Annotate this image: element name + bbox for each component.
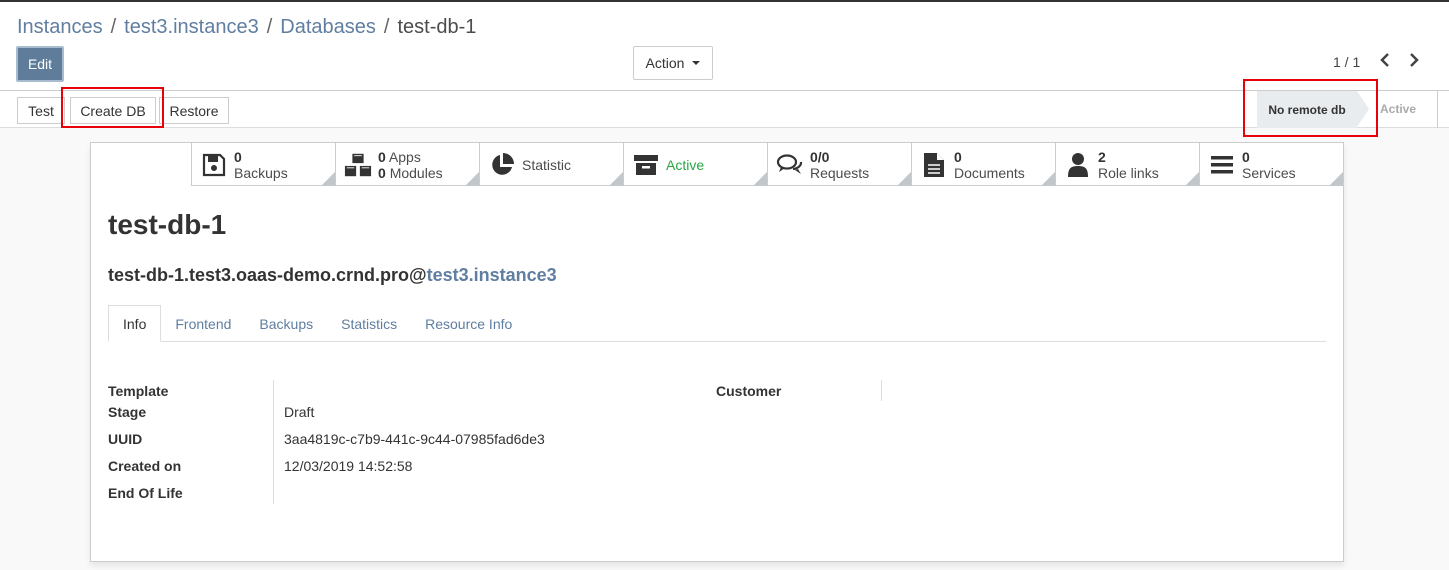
- chevron-right-icon[interactable]: [1406, 52, 1422, 72]
- control-panel: Instances / test3.instance3 / Databases / test…: [0, 2, 1449, 90]
- pager-value: 1 / 1: [1333, 54, 1361, 70]
- tab-backups[interactable]: Backups: [245, 305, 327, 342]
- divider: [1437, 91, 1438, 128]
- created-on-value: 12/03/2019 14:52:58: [284, 458, 413, 474]
- documents-count: 0: [954, 148, 962, 165]
- restore-button[interactable]: Restore: [159, 97, 229, 124]
- form-sheet: 0 Backups 0 Apps 0 Modules Statistic Activ…: [90, 142, 1344, 562]
- caret-down-icon: [692, 61, 701, 65]
- record-title: test-db-1: [108, 209, 227, 240]
- statistic-label: Statistic: [522, 156, 572, 173]
- list-icon: [1208, 152, 1236, 178]
- smart-button-services[interactable]: 0 Services: [1199, 143, 1343, 186]
- breadcrumb-separator: /: [266, 16, 273, 38]
- uuid-value: 3aa4819c-c7b9-441c-9c44-07985fad6de3: [284, 431, 545, 447]
- cubes-icon: [344, 152, 372, 178]
- smart-button-documents[interactable]: 0 Documents: [911, 143, 1055, 186]
- action-label: Action: [645, 55, 685, 71]
- chevron-left-icon[interactable]: [1377, 52, 1393, 72]
- notebook-tabs: Info Frontend Backups Statistics Resourc…: [108, 305, 1326, 342]
- highlight-create-db: [61, 87, 164, 128]
- smart-button-requests[interactable]: 0/0 Requests: [767, 143, 911, 186]
- document-icon: [920, 152, 948, 178]
- corner-triangle: [1041, 172, 1055, 186]
- smart-button-active[interactable]: Active: [623, 143, 767, 186]
- backups-label: Backups: [234, 164, 288, 181]
- tab-info[interactable]: Info: [108, 305, 162, 342]
- breadcrumb-databases[interactable]: Databases: [280, 16, 376, 38]
- apps-label: Apps: [388, 148, 421, 165]
- floppy-disk-icon: [200, 152, 228, 178]
- services-label: Services: [1242, 164, 1296, 181]
- highlight-stage: [1243, 79, 1378, 137]
- tab-frontend[interactable]: Frontend: [161, 305, 245, 342]
- smart-button-statistic[interactable]: Statistic: [479, 143, 623, 186]
- active-label: Active: [666, 156, 705, 173]
- customer-label: Customer: [716, 383, 782, 399]
- comments-icon: [776, 152, 804, 178]
- subtitle-host: test-db-1.test3.oaas-demo.crnd.pro@: [108, 265, 427, 285]
- edit-button[interactable]: Edit: [16, 46, 64, 82]
- corner-triangle: [1329, 172, 1343, 186]
- field-separator: [881, 380, 882, 401]
- breadcrumb-separator: /: [110, 16, 117, 38]
- requests-label: Requests: [810, 164, 870, 181]
- action-dropdown[interactable]: Action: [633, 46, 713, 80]
- corner-triangle: [609, 172, 623, 186]
- created-on-label: Created on: [108, 458, 182, 474]
- apps-count: 0: [378, 148, 386, 165]
- role-links-label: Role links: [1098, 164, 1159, 181]
- documents-label: Documents: [954, 164, 1025, 181]
- corner-triangle: [897, 172, 911, 186]
- tab-resource-info[interactable]: Resource Info: [411, 305, 526, 342]
- instance-link[interactable]: test3.instance3: [427, 265, 557, 285]
- test-button[interactable]: Test: [17, 97, 65, 124]
- smart-buttons: 0 Backups 0 Apps 0 Modules Statistic Activ…: [191, 143, 1344, 186]
- template-label: Template: [108, 383, 169, 399]
- archive-icon: [632, 152, 660, 178]
- uuid-label: UUID: [108, 431, 143, 447]
- breadcrumb: Instances / test3.instance3 / Databases / test…: [17, 16, 476, 39]
- corner-triangle: [753, 172, 767, 186]
- stage-value: Draft: [284, 404, 315, 420]
- record-subtitle: test-db-1.test3.oaas-demo.crnd.pro@test3…: [108, 265, 557, 286]
- tab-statistics[interactable]: Statistics: [327, 305, 411, 342]
- smart-button-backups[interactable]: 0 Backups: [191, 143, 335, 186]
- field-separator: [273, 380, 274, 504]
- modules-label: Modules: [389, 164, 443, 181]
- corner-triangle: [321, 172, 335, 186]
- stage-active[interactable]: Active: [1380, 102, 1416, 116]
- requests-count: 0/0: [810, 148, 830, 165]
- smart-button-apps-modules[interactable]: 0 Apps 0 Modules: [335, 143, 479, 186]
- user-icon: [1064, 152, 1092, 178]
- breadcrumb-separator: /: [383, 16, 390, 38]
- services-count: 0: [1242, 148, 1250, 165]
- smart-button-role-links[interactable]: 2 Role links: [1055, 143, 1199, 186]
- end-of-life-label: End Of Life: [108, 485, 183, 501]
- breadcrumb-instances[interactable]: Instances: [17, 16, 103, 38]
- stage-label: Stage: [108, 404, 147, 420]
- corner-triangle: [465, 172, 479, 186]
- breadcrumb-current: test-db-1: [397, 16, 477, 38]
- statusbar: Test Create DB Restore No remote db Acti…: [0, 79, 1449, 137]
- breadcrumb-instance[interactable]: test3.instance3: [124, 16, 259, 38]
- backups-count: 0: [234, 148, 242, 165]
- corner-triangle: [1185, 172, 1199, 186]
- role-links-count: 2: [1098, 148, 1106, 165]
- modules-count: 0: [378, 164, 386, 181]
- pie-chart-icon: [488, 152, 516, 178]
